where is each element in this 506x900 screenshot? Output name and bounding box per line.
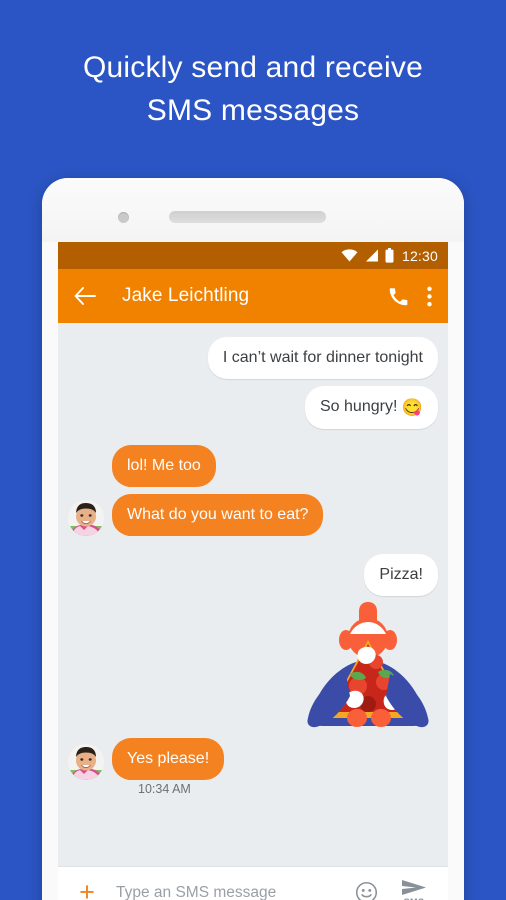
pizza-character-sticker[interactable]: [298, 600, 438, 732]
message-composer: + SMS: [58, 866, 448, 900]
more-vertical-icon[interactable]: [427, 286, 432, 307]
message-row-outgoing-3[interactable]: Yes please!: [68, 738, 438, 780]
send-button[interactable]: SMS: [394, 879, 434, 900]
sms-message-input[interactable]: [116, 883, 355, 900]
phone-call-icon[interactable]: [388, 286, 409, 307]
message-row-incoming-2[interactable]: So hungry! 😋: [68, 386, 438, 429]
message-bubble[interactable]: lol! Me too: [112, 445, 216, 487]
message-bubble[interactable]: Yes please!: [112, 738, 225, 780]
emoji-face-icon[interactable]: [355, 881, 378, 900]
conversation-thread[interactable]: I can’t wait for dinner tonight So hungr…: [58, 323, 448, 866]
message-row-outgoing-1[interactable]: lol! Me too: [68, 445, 438, 487]
message-bubble[interactable]: I can’t wait for dinner tonight: [207, 337, 438, 379]
send-button-label: SMS: [404, 897, 425, 900]
message-timestamp: 10:34 AM: [138, 782, 191, 796]
add-attachment-icon[interactable]: +: [72, 879, 102, 900]
camera-dot-icon: [118, 212, 129, 223]
phone-device-frame: 12:30 Jake Leichtling I can’t wait for d…: [42, 178, 464, 900]
cellular-signal-icon: [364, 249, 379, 262]
wifi-icon: [341, 249, 358, 262]
earpiece-speaker-icon: [169, 211, 326, 223]
send-arrow-icon: [402, 879, 426, 895]
message-bubble[interactable]: So hungry! 😋: [305, 386, 438, 429]
message-bubble[interactable]: What do you want to eat?: [112, 494, 324, 536]
conversation-title: Jake Leichtling: [122, 285, 250, 306]
battery-full-icon: [385, 248, 394, 263]
status-bar: 12:30: [58, 242, 448, 269]
message-text: So hungry!: [320, 398, 402, 415]
contact-avatar[interactable]: [68, 500, 104, 536]
phone-screen: 12:30 Jake Leichtling I can’t wait for d…: [58, 242, 448, 900]
message-row-incoming-3[interactable]: Pizza!: [68, 554, 438, 596]
message-row-sticker[interactable]: [68, 600, 438, 732]
contact-avatar[interactable]: [68, 744, 104, 780]
promo-headline-line-1: Quickly send and receive: [83, 51, 423, 84]
status-bar-clock: 12:30: [401, 247, 438, 264]
savoring-face-emoji-icon: 😋: [401, 398, 423, 417]
back-arrow-icon[interactable]: [74, 287, 96, 305]
message-bubble[interactable]: Pizza!: [364, 554, 438, 596]
promo-headline: Quickly send and receive SMS messages: [0, 46, 506, 132]
app-bar: Jake Leichtling: [58, 269, 448, 323]
phone-top-bezel: [42, 178, 464, 242]
message-row-incoming-1[interactable]: I can’t wait for dinner tonight: [68, 337, 438, 379]
message-row-outgoing-2[interactable]: What do you want to eat?: [68, 494, 438, 536]
promo-headline-line-2: SMS messages: [146, 94, 360, 127]
